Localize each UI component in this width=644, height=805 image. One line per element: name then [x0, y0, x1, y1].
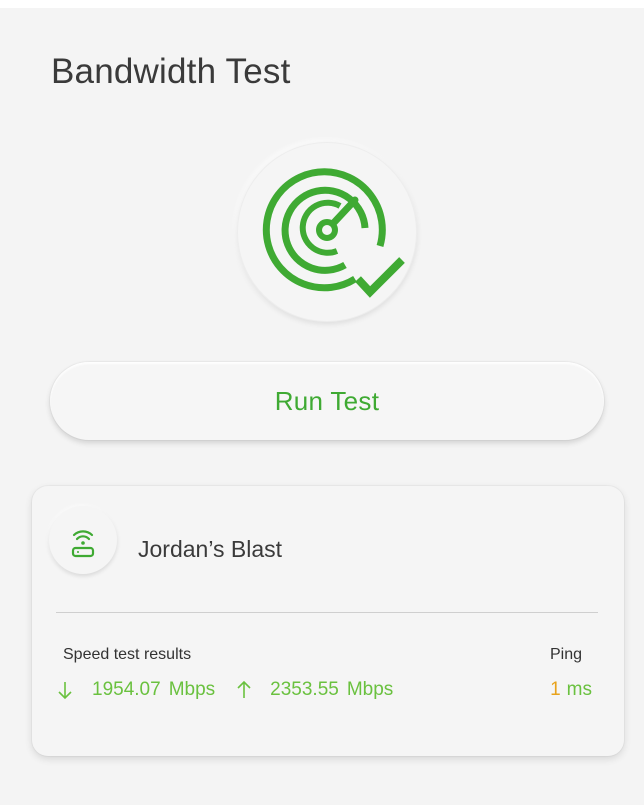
speed-results-row: 1954.07 Mbps 2353.55 Mbps: [54, 677, 393, 703]
card-divider: [56, 612, 598, 613]
wifi-router-icon: [49, 506, 117, 574]
top-band: [0, 0, 644, 8]
wifi-router-graphic: [71, 530, 95, 558]
arrow-up-icon: [233, 679, 255, 701]
network-result-card: Jordan’s Blast Speed test results Ping 1…: [32, 486, 624, 756]
upload-speed-unit: Mbps: [346, 679, 394, 700]
speedometer-check-graphic: [262, 168, 405, 298]
run-test-label: Run Test: [274, 385, 380, 416]
page-title: Bandwidth Test: [51, 52, 291, 91]
upload-speed-value: 2353.55: [270, 679, 339, 700]
ping-label: Ping: [549, 646, 582, 663]
network-name: Jordan’s Blast: [138, 536, 283, 562]
speed-test-results-label: Speed test results: [63, 646, 192, 663]
arrow-down-icon: [54, 679, 76, 701]
speedometer-check-icon: [237, 142, 417, 322]
ping-value: 1: [550, 679, 561, 700]
ping-result: 1 ms: [550, 677, 592, 703]
download-speed-value: 1954.07: [92, 679, 161, 700]
run-test-button[interactable]: Run Test: [50, 362, 604, 440]
ping-unit: ms: [566, 679, 592, 700]
bandwidth-test-screen: Bandwidth Test Run Test Jordan’s Blast S…: [0, 0, 644, 805]
download-speed-unit: Mbps: [168, 679, 216, 700]
